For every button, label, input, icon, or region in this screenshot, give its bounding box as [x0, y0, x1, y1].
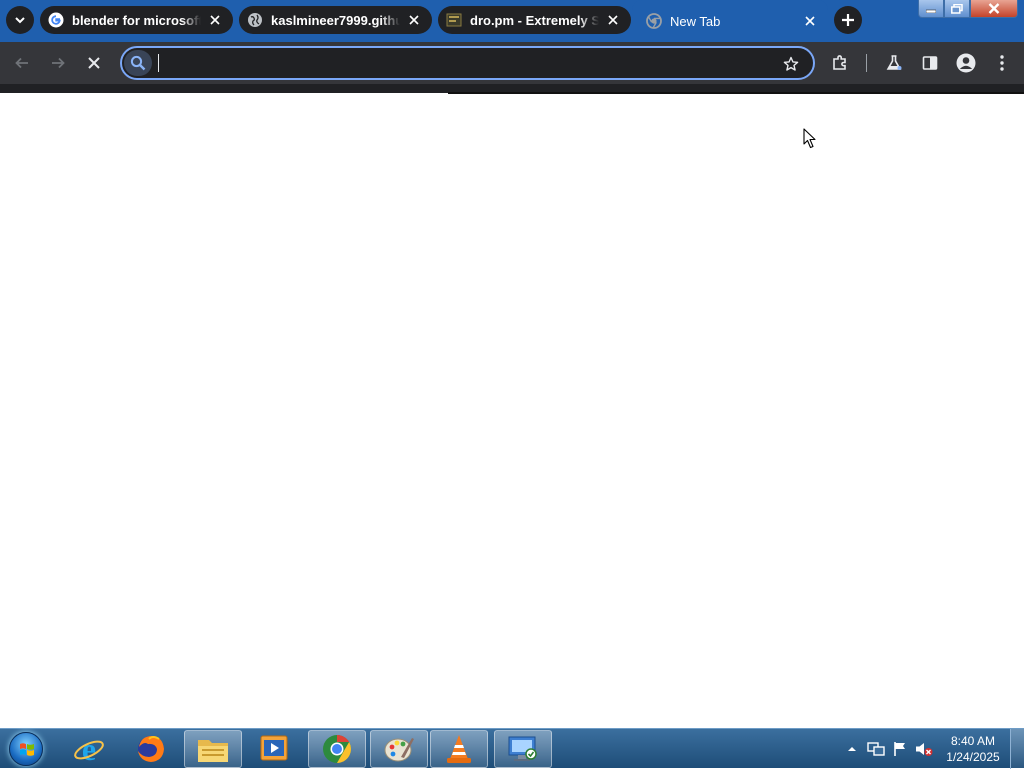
volume-muted-icon: [916, 743, 933, 756]
tab-title: kaslmineer7999.github: [271, 12, 400, 28]
restore-icon: [951, 3, 963, 14]
menu-button[interactable]: [988, 49, 1016, 77]
search-icon: [124, 50, 152, 76]
text-caret: [158, 54, 159, 72]
svg-text:e: e: [82, 733, 96, 765]
back-button[interactable]: [8, 49, 36, 77]
minimize-button[interactable]: [918, 0, 944, 18]
toolbar-separator: [866, 54, 867, 72]
stop-loading-button[interactable]: [80, 49, 108, 77]
internet-explorer-icon: e: [74, 733, 104, 765]
media-player-icon: [260, 735, 288, 761]
close-icon: [988, 3, 1000, 14]
tab-blender[interactable]: blender for microsoft w: [40, 6, 233, 34]
close-icon: [88, 57, 100, 69]
taskbar-internet-explorer[interactable]: e: [60, 730, 118, 768]
mouse-cursor-icon: [803, 128, 816, 149]
firefox-icon: [138, 736, 164, 762]
clock-date: 1/24/2025: [946, 750, 1000, 764]
network-tray-button[interactable]: [866, 739, 886, 759]
paint-icon: [384, 738, 414, 762]
tab-new-tab[interactable]: New Tab: [632, 0, 828, 42]
remote-desktop-icon: [508, 736, 537, 761]
tab-title: dro.pm - Extremely Sho: [470, 12, 599, 28]
tab-github[interactable]: kaslmineer7999.github: [239, 6, 432, 34]
bookmark-star-icon[interactable]: [778, 51, 804, 77]
tab-search-button[interactable]: [6, 6, 34, 34]
close-tab-icon[interactable]: [802, 13, 818, 29]
flask-icon: [886, 55, 902, 70]
new-tab-button[interactable]: [834, 6, 862, 34]
show-desktop-button[interactable]: [1010, 729, 1024, 769]
close-tab-icon[interactable]: [605, 12, 621, 28]
close-tab-icon[interactable]: [406, 12, 422, 28]
tab-title: New Tab: [670, 13, 721, 29]
browser-toolbar: [0, 42, 1024, 84]
clock-time: 8:40 AM: [950, 734, 996, 748]
volume-tray-button[interactable]: [914, 739, 934, 759]
file-explorer-icon: [198, 740, 228, 762]
action-center-button[interactable]: [890, 739, 910, 759]
show-hidden-icons-button[interactable]: [842, 739, 862, 759]
window-controls: [918, 0, 1020, 18]
chrome-icon: [323, 735, 351, 763]
chevron-up-icon: [848, 747, 856, 751]
kebab-menu-icon: [1000, 55, 1004, 71]
tab-title: blender for microsoft w: [72, 12, 201, 28]
google-icon: [48, 12, 64, 28]
puzzle-icon: [833, 55, 846, 70]
network-icon: [867, 742, 885, 756]
profile-button[interactable]: [952, 49, 980, 77]
chrome-icon: [646, 13, 662, 29]
vlc-icon: [447, 735, 471, 763]
plus-icon: [842, 14, 854, 26]
taskbar-vlc[interactable]: [430, 730, 488, 768]
taskbar-paint[interactable]: [370, 730, 428, 768]
taskbar-media-player[interactable]: [246, 730, 304, 768]
taskbar-chrome[interactable]: [308, 730, 366, 768]
flag-icon: [894, 742, 905, 756]
arrow-right-icon: [52, 57, 65, 69]
extensions-button[interactable]: [826, 49, 854, 77]
side-panel-icon: [922, 56, 938, 70]
chevron-down-icon: [15, 17, 25, 24]
system-tray: [842, 729, 938, 769]
arrow-left-icon: [15, 57, 28, 69]
address-bar[interactable]: [120, 46, 815, 80]
account-avatar-icon: [956, 53, 976, 73]
close-window-button[interactable]: [970, 0, 1018, 18]
address-input[interactable]: [156, 52, 776, 74]
minimize-icon: [926, 9, 936, 13]
taskbar-clock[interactable]: 8:40 AM 1/24/2025: [938, 733, 1008, 765]
start-button[interactable]: [6, 730, 46, 768]
chrome-labs-button[interactable]: [880, 49, 908, 77]
tab-dro-pm[interactable]: dro.pm - Extremely Sho: [438, 6, 631, 34]
forward-button[interactable]: [44, 49, 72, 77]
taskbar-file-explorer[interactable]: [184, 730, 242, 768]
windows-taskbar: e 8:40 AM 1/24/2025: [0, 728, 1024, 769]
taskbar-remote-desktop[interactable]: [494, 730, 552, 768]
taskbar-firefox[interactable]: [122, 730, 180, 768]
windows-logo-icon: [9, 732, 43, 766]
close-tab-icon[interactable]: [207, 12, 223, 28]
side-panel-button[interactable]: [916, 49, 944, 77]
page-content[interactable]: [0, 94, 1024, 728]
restore-button[interactable]: [944, 0, 970, 18]
globe-icon: [247, 12, 263, 28]
tab-strip: blender for microsoft w kaslmineer7999.g…: [0, 0, 1024, 42]
dro-pm-icon: [446, 12, 462, 28]
